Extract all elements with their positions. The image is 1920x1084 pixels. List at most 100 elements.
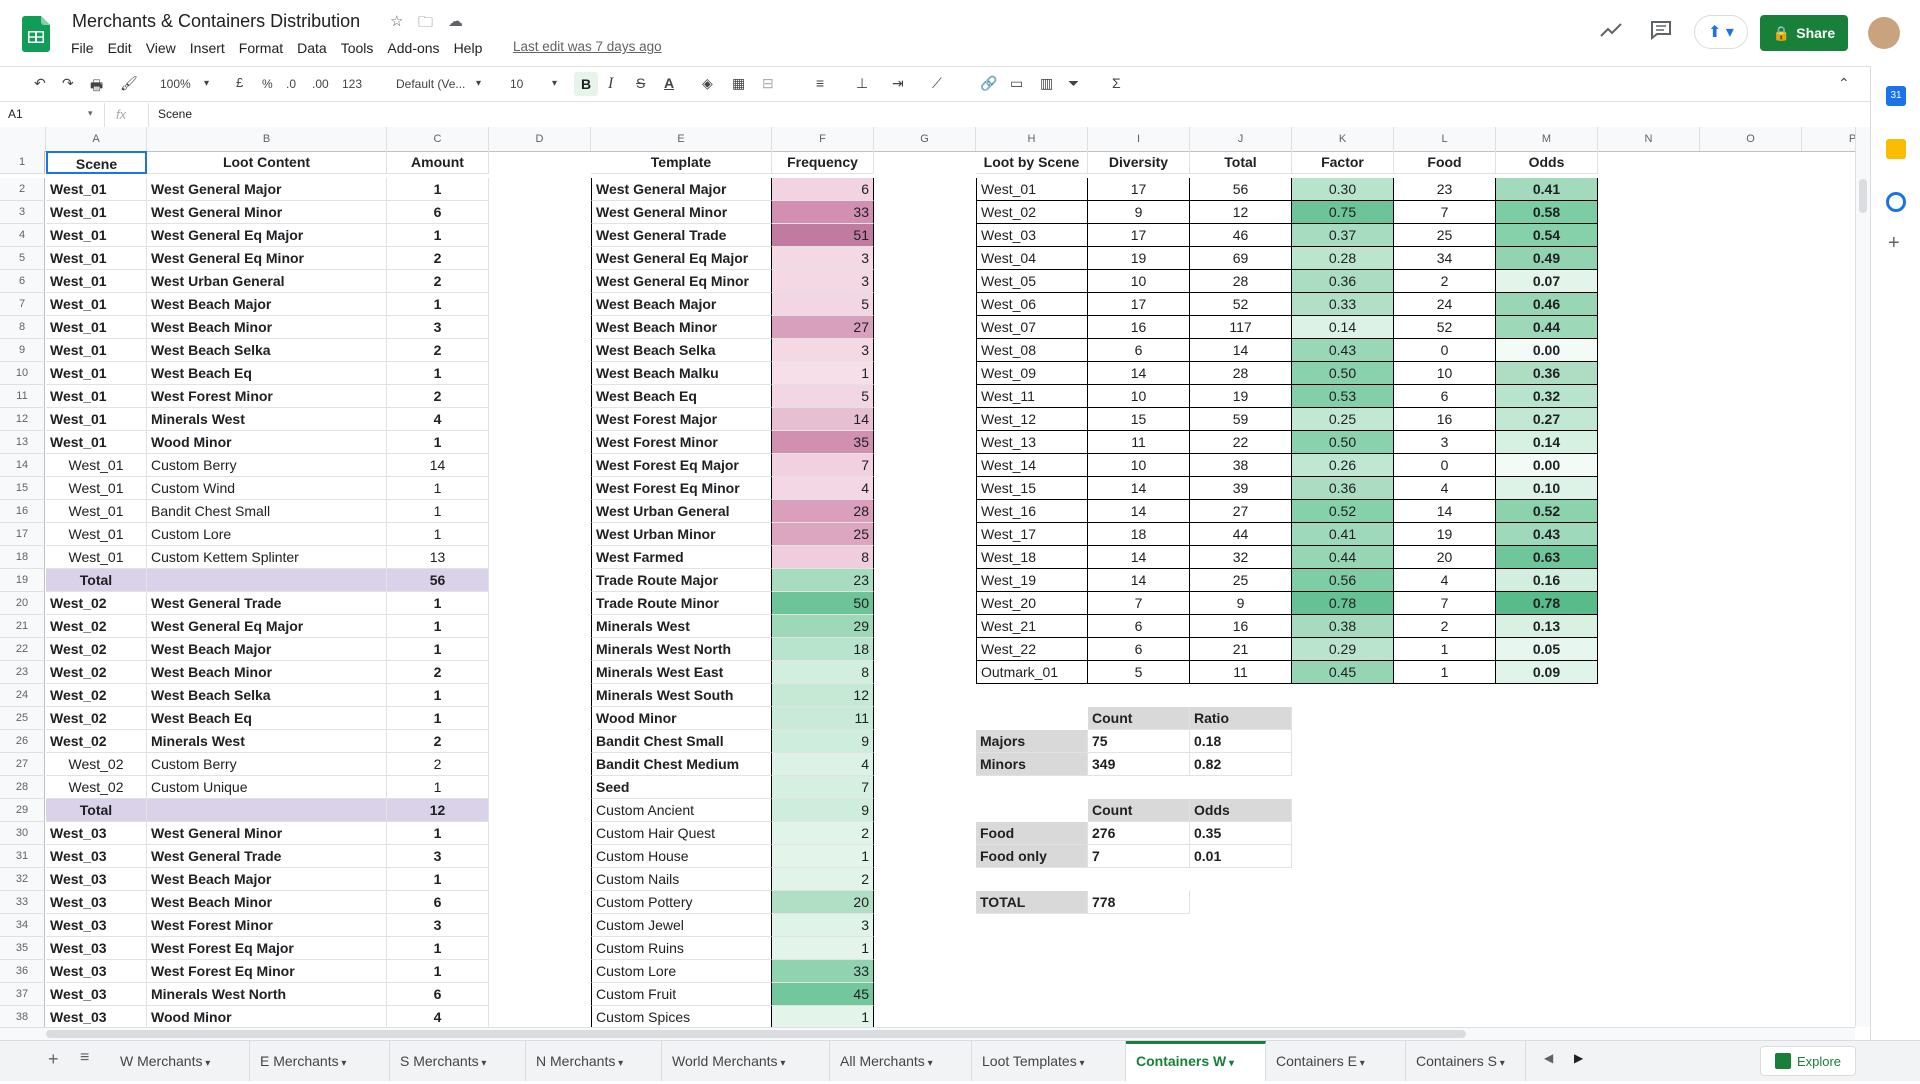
cell-total[interactable]: 19 — [1190, 385, 1292, 408]
cell-odds[interactable]: 0.41 — [1496, 178, 1598, 201]
explore-button[interactable]: Explore — [1760, 1046, 1856, 1076]
cell-loot-by-scene[interactable]: West_16 — [976, 500, 1088, 523]
cell-diversity[interactable]: 9 — [1088, 201, 1190, 224]
cell-scene[interactable]: West_01 — [46, 201, 147, 224]
header-template[interactable]: Template — [591, 151, 772, 174]
cell-odds[interactable]: 0.54 — [1496, 224, 1598, 247]
decrease-decimal-button[interactable]: .0 — [286, 77, 296, 91]
cell-diversity[interactable]: 14 — [1088, 362, 1190, 385]
cell-scene[interactable]: West_02 — [46, 684, 147, 707]
cell-odds[interactable]: 0.14 — [1496, 431, 1598, 454]
cell-template[interactable]: Custom House — [591, 845, 772, 868]
font-select[interactable]: Default (Ve... — [396, 77, 465, 91]
cell-scene[interactable]: Total — [46, 799, 147, 822]
row-header[interactable]: 20 — [0, 592, 45, 615]
cell-scene[interactable]: West_02 — [46, 615, 147, 638]
cell-frequency[interactable]: 23 — [772, 569, 874, 592]
menu-file[interactable]: File — [64, 38, 101, 58]
cell-scene[interactable]: West_01 — [46, 385, 147, 408]
cell-amount[interactable]: 1 — [387, 638, 489, 661]
cell-loot-content[interactable]: Wood Minor — [147, 431, 387, 454]
cell-loot-content[interactable]: West General Eq Major — [147, 615, 387, 638]
menu-tools[interactable]: Tools — [334, 38, 381, 58]
corner-cell[interactable] — [0, 127, 46, 151]
row-header[interactable]: 8 — [0, 316, 45, 339]
cell-diversity[interactable]: 14 — [1088, 546, 1190, 569]
cell-amount[interactable]: 13 — [387, 546, 489, 569]
cell-odds[interactable]: 0.46 — [1496, 293, 1598, 316]
column-header-m[interactable]: M — [1496, 127, 1598, 151]
cell-template[interactable]: West General Eq Minor — [591, 270, 772, 293]
text-rotation-icon[interactable]: ⟋ — [932, 75, 942, 92]
cell-food[interactable]: 1 — [1394, 638, 1496, 661]
chevron-down-icon[interactable]: ▾ — [615, 1058, 623, 1069]
cell-odds[interactable]: 0.00 — [1496, 454, 1598, 477]
font-size-select[interactable]: 10 — [510, 77, 523, 91]
sheets-logo-icon[interactable] — [22, 16, 50, 52]
cell-scene[interactable]: West_01 — [46, 362, 147, 385]
document-title[interactable]: Merchants & Containers Distribution — [72, 11, 360, 32]
cell-food[interactable]: 2 — [1394, 615, 1496, 638]
cell-loot-by-scene[interactable]: West_12 — [976, 408, 1088, 431]
cell-total[interactable]: 39 — [1190, 477, 1292, 500]
cell-loot-by-scene[interactable]: West_08 — [976, 339, 1088, 362]
cell-frequency[interactable]: 20 — [772, 891, 874, 914]
italic-button[interactable]: I — [608, 75, 613, 93]
cell-loot-content[interactable]: Custom Berry — [147, 454, 387, 477]
avatar[interactable] — [1868, 17, 1900, 49]
cell-loot-content[interactable]: West Forest Minor — [147, 914, 387, 937]
minors-ratio[interactable]: 0.82 — [1190, 753, 1292, 776]
scroll-tabs-left-icon[interactable]: ◀ — [1544, 1051, 1553, 1065]
cell-template[interactable]: West Forest Eq Minor — [591, 477, 772, 500]
cell-template[interactable]: Bandit Chest Small — [591, 730, 772, 753]
cell-scene[interactable]: West_01 — [46, 339, 147, 362]
label-odds[interactable]: Odds — [1190, 799, 1292, 822]
cell-factor[interactable]: 0.43 — [1292, 339, 1394, 362]
row-header[interactable]: 33 — [0, 891, 45, 914]
column-header-c[interactable]: C — [387, 127, 489, 151]
cell-loot-by-scene[interactable]: West_19 — [976, 569, 1088, 592]
column-header-j[interactable]: J — [1190, 127, 1292, 151]
cell-loot-content[interactable]: West General Minor — [147, 201, 387, 224]
cell-odds[interactable]: 0.07 — [1496, 270, 1598, 293]
cell-factor[interactable]: 0.30 — [1292, 178, 1394, 201]
cell-loot-by-scene[interactable]: West_22 — [976, 638, 1088, 661]
all-sheets-icon[interactable]: ≡ — [80, 1049, 89, 1067]
cell-scene[interactable]: West_02 — [46, 707, 147, 730]
row-header[interactable]: 3 — [0, 201, 45, 224]
cell-amount[interactable]: 1 — [387, 960, 489, 983]
functions-icon[interactable]: Σ — [1112, 75, 1121, 91]
scroll-thumb[interactable] — [46, 1030, 1466, 1038]
cell-loot-content[interactable]: Custom Lore — [147, 523, 387, 546]
cell-diversity[interactable]: 14 — [1088, 500, 1190, 523]
cell-loot-by-scene[interactable]: West_14 — [976, 454, 1088, 477]
cell-template[interactable]: Minerals West South — [591, 684, 772, 707]
cell-frequency[interactable]: 6 — [772, 178, 874, 201]
row-header[interactable]: 7 — [0, 293, 45, 316]
cell-scene[interactable]: West_01 — [46, 546, 147, 569]
keep-icon[interactable] — [1886, 139, 1906, 159]
chevron-down-icon[interactable]: ▾ — [778, 1058, 785, 1069]
cell-scene[interactable]: West_01 — [46, 431, 147, 454]
cell-loot-by-scene[interactable]: West_21 — [976, 615, 1088, 638]
cell-loot-content[interactable]: West General Trade — [147, 592, 387, 615]
cell-frequency[interactable]: 4 — [772, 477, 874, 500]
cell-factor[interactable]: 0.41 — [1292, 523, 1394, 546]
column-header-f[interactable]: F — [772, 127, 874, 151]
row-header[interactable]: 10 — [0, 362, 45, 385]
fill-color-icon[interactable]: ◈ — [702, 75, 713, 92]
cell-amount[interactable]: 6 — [387, 983, 489, 1006]
cell-amount[interactable]: 3 — [387, 914, 489, 937]
cell-scene[interactable]: West_01 — [46, 270, 147, 293]
cell-loot-content[interactable]: West Beach Minor — [147, 891, 387, 914]
chevron-down-icon[interactable]: ▾ — [202, 1058, 210, 1069]
cell-amount[interactable]: 1 — [387, 431, 489, 454]
menu-edit[interactable]: Edit — [101, 38, 139, 58]
cell-total[interactable]: 38 — [1190, 454, 1292, 477]
menu-addons[interactable]: Add-ons — [380, 38, 446, 58]
tab-n-merchants[interactable]: N Merchants ▾ — [526, 1041, 662, 1081]
cell-scene[interactable]: West_02 — [46, 592, 147, 615]
chevron-down-icon[interactable]: ▾ — [925, 1058, 933, 1069]
cell-template[interactable]: Custom Pottery — [591, 891, 772, 914]
menu-data[interactable]: Data — [290, 38, 334, 58]
